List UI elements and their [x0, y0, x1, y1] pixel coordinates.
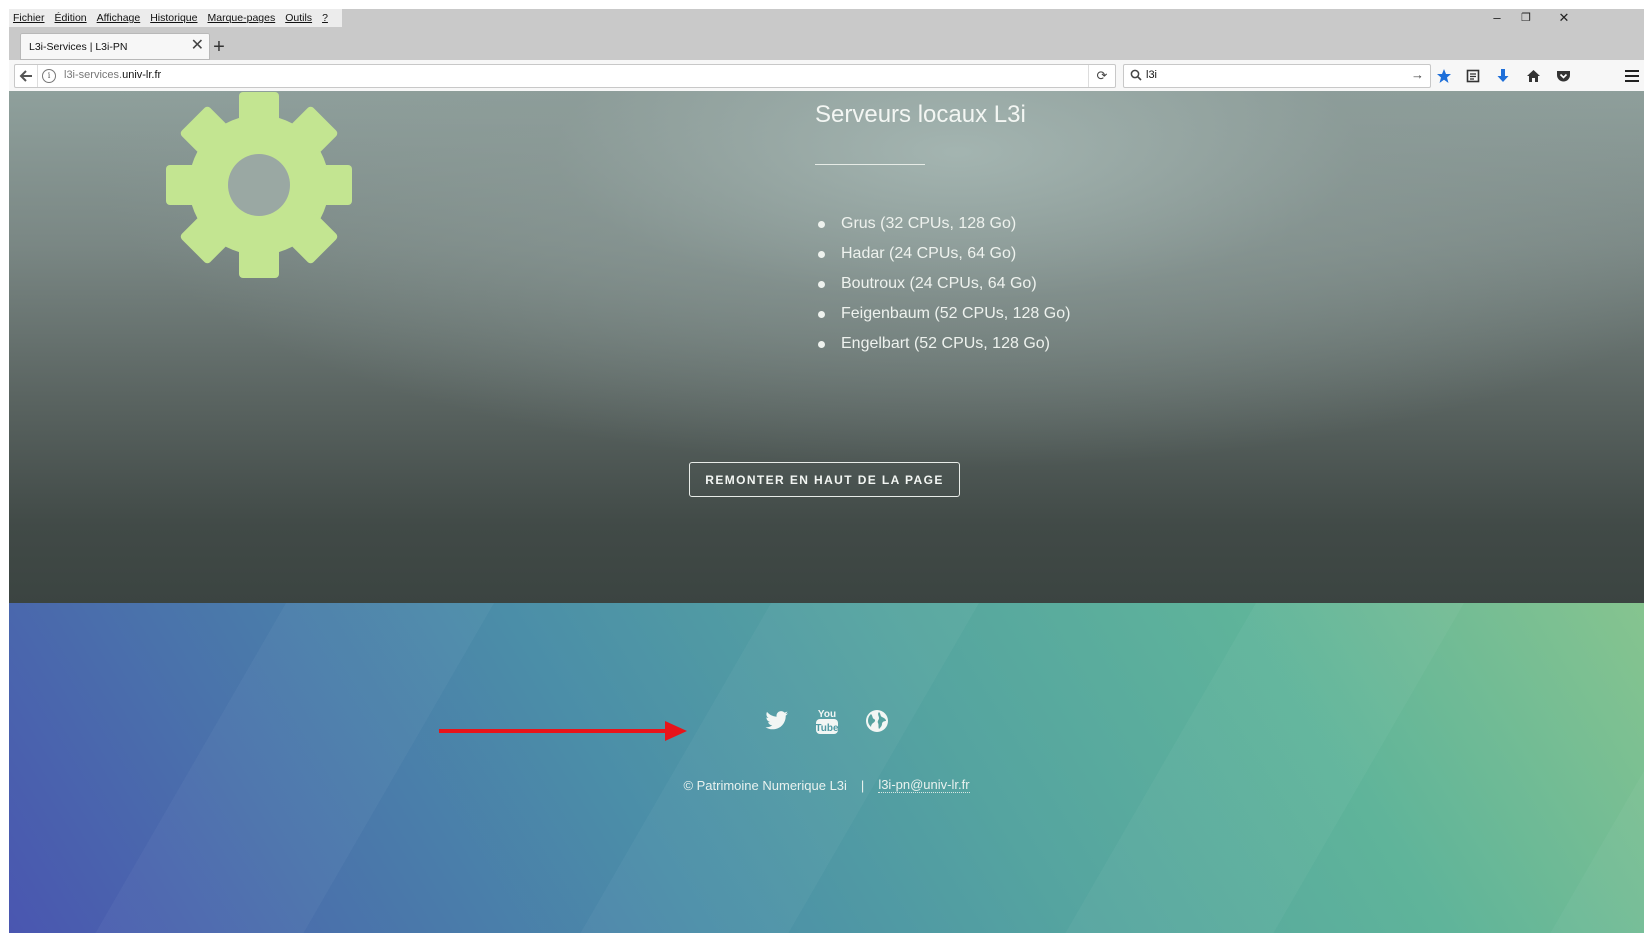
section-title: Serveurs locaux L3i — [815, 101, 1026, 128]
menu-outils[interactable]: Outils — [285, 12, 312, 24]
svg-text:Tube: Tube — [815, 723, 839, 734]
search-icon — [1130, 69, 1142, 81]
menu-fichier[interactable]: Fichier — [13, 12, 45, 24]
footer-copyright: © Patrimoine Numerique L3i | l3i-pn@univ… — [9, 777, 1644, 793]
menu-edition[interactable]: Édition — [55, 12, 87, 24]
url-text[interactable]: l3i-services.univ-lr.fr — [64, 69, 161, 81]
downloads-icon[interactable] — [1494, 67, 1512, 85]
url-host-prefix: l3i-services. — [64, 69, 123, 81]
home-icon[interactable] — [1524, 67, 1542, 85]
url-host-domain: univ-lr.fr — [122, 69, 162, 81]
menu-items: Fichier Édition Affichage Historique Mar… — [9, 9, 342, 27]
svg-text:You: You — [818, 709, 836, 720]
search-go-button[interactable]: → — [1411, 67, 1424, 82]
twitter-icon[interactable] — [765, 707, 789, 735]
server-item-hadar: Hadar (24 CPUs, 64 Go) — [815, 239, 1070, 269]
tab-strip: L3i-Services | L3i-PN ✕ + — [9, 27, 1644, 60]
tab-close-button[interactable]: ✕ — [191, 36, 204, 56]
pocket-icon[interactable] — [1554, 67, 1572, 85]
bookmark-star-icon[interactable] — [1435, 67, 1453, 85]
menu-bar: Fichier Édition Affichage Historique Mar… — [9, 9, 1644, 27]
nav-bar: i l3i-services.univ-lr.fr ⟳ l3i → — [9, 60, 1644, 92]
server-list: Grus (32 CPUs, 128 Go) Hadar (24 CPUs, 6… — [815, 209, 1070, 359]
page-content: Serveurs locaux L3i Grus (32 CPUs, 128 G… — [9, 91, 1644, 933]
server-item-engelbart: Engelbart (52 CPUs, 128 Go) — [815, 329, 1070, 359]
globe-icon[interactable] — [865, 707, 889, 735]
back-arrow-icon — [19, 70, 32, 82]
search-bar[interactable]: l3i → — [1123, 64, 1431, 88]
menu-historique[interactable]: Historique — [150, 12, 197, 24]
url-bar[interactable]: i l3i-services.univ-lr.fr ⟳ — [14, 64, 1116, 88]
copyright-text: © Patrimoine Numerique L3i — [683, 777, 847, 793]
menu-help[interactable]: ? — [322, 12, 328, 24]
tab-l3i-services[interactable]: L3i-Services | L3i-PN ✕ — [20, 33, 210, 60]
page-footer: You Tube © Patrimoine Numerique L3i | l3… — [9, 603, 1644, 933]
menu-marque-pages[interactable]: Marque-pages — [208, 12, 276, 24]
menu-icon[interactable] — [1623, 67, 1641, 85]
scroll-to-top-button[interactable]: REMONTER EN HAUT DE LA PAGE — [689, 462, 960, 497]
contact-email-link[interactable]: l3i-pn@univ-lr.fr — [878, 777, 970, 793]
footer-background-pattern — [9, 603, 1644, 933]
search-input[interactable]: l3i — [1146, 69, 1157, 81]
server-item-grus: Grus (32 CPUs, 128 Go) — [815, 209, 1070, 239]
reading-list-icon[interactable] — [1464, 67, 1482, 85]
menu-affichage[interactable]: Affichage — [97, 12, 141, 24]
site-info-icon[interactable]: i — [42, 69, 56, 83]
social-links: You Tube — [765, 707, 915, 735]
servers-section: Serveurs locaux L3i Grus (32 CPUs, 128 G… — [9, 91, 1644, 603]
new-tab-button[interactable]: + — [209, 37, 229, 57]
reload-button[interactable]: ⟳ — [1088, 65, 1115, 87]
close-window-button[interactable]: ✕ — [1554, 10, 1574, 26]
gear-icon — [166, 92, 352, 278]
footer-separator: | — [860, 777, 865, 793]
minimize-button[interactable]: – — [1487, 10, 1507, 26]
browser-window: Fichier Édition Affichage Historique Mar… — [9, 9, 1644, 933]
server-item-feigenbaum: Feigenbaum (52 CPUs, 128 Go) — [815, 299, 1070, 329]
title-divider — [815, 164, 925, 165]
youtube-icon[interactable]: You Tube — [815, 707, 839, 735]
restore-button[interactable]: ❐ — [1516, 10, 1536, 26]
annotation-arrow-icon — [439, 721, 687, 741]
back-button[interactable] — [15, 65, 38, 87]
tab-title: L3i-Services | L3i-PN — [29, 41, 128, 53]
server-item-boutroux: Boutroux (24 CPUs, 64 Go) — [815, 269, 1070, 299]
